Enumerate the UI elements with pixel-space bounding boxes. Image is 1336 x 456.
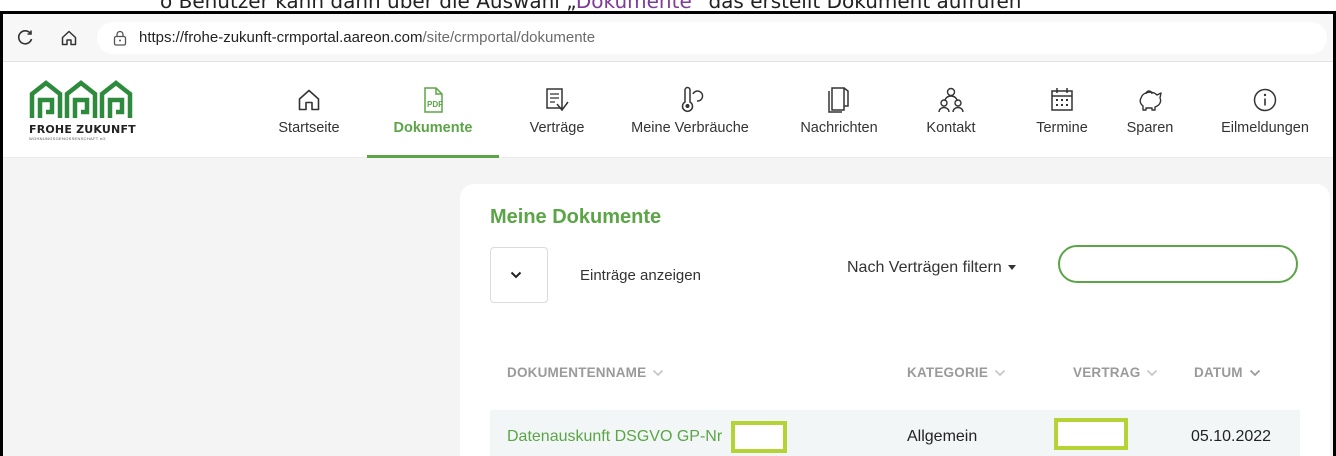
thermometer-icon — [676, 82, 704, 118]
address-bar[interactable]: https://frohe-zukunft-crmportal.aareon.c… — [97, 21, 1327, 54]
nav-item-kontakt[interactable]: Kontakt — [917, 62, 985, 158]
sort-chevron-icon — [1249, 369, 1261, 377]
chevron-down-icon[interactable] — [510, 267, 522, 285]
contract-filter-label: Nach Verträgen filtern — [847, 259, 1002, 276]
messages-icon — [826, 82, 852, 118]
logo[interactable]: FROHE ZUKUNFT WOHNUNGSGENOSSENSCHAFT eG — [29, 80, 149, 141]
nav-label-sparen: Sparen — [1126, 120, 1174, 136]
sort-chevron-icon — [1146, 369, 1158, 377]
caret-down-icon — [1007, 265, 1016, 271]
nav-item-vertraege[interactable]: Verträge — [519, 62, 595, 158]
search-input[interactable] — [1058, 245, 1298, 283]
nav-label-termine: Termine — [1036, 120, 1088, 136]
main-navigation: FROHE ZUKUNFT WOHNUNGSGENOSSENSCHAFT eG … — [3, 62, 1333, 158]
nav-item-startseite[interactable]: Startseite — [273, 62, 345, 158]
entries-label: Einträge anzeigen — [580, 267, 701, 284]
nav-item-termine[interactable]: Termine — [1029, 62, 1095, 158]
column-header-datum[interactable]: DATUM — [1194, 365, 1261, 380]
svg-text:PDF: PDF — [427, 100, 443, 109]
calendar-icon — [1049, 82, 1075, 118]
lock-icon — [113, 30, 127, 46]
redaction-box — [731, 421, 787, 453]
nav-item-dokumente[interactable]: PDF Dokumente — [367, 62, 499, 158]
column-label-vertrag: VERTRAG — [1073, 365, 1141, 380]
contract-filter-dropdown[interactable]: Nach Verträgen filtern — [847, 259, 1016, 277]
document-category: Allgemein — [907, 428, 978, 445]
contract-icon — [543, 82, 571, 118]
contact-people-icon — [936, 82, 966, 118]
nav-item-sparen[interactable]: Sparen — [1117, 62, 1183, 158]
logo-houses-icon — [29, 80, 133, 118]
nav-label-dokumente: Dokumente — [393, 120, 473, 136]
pdf-document-icon: PDF — [418, 82, 448, 118]
browser-toolbar: https://frohe-zukunft-crmportal.aareon.c… — [3, 14, 1333, 62]
nav-item-nachrichten[interactable]: Nachrichten — [789, 62, 889, 158]
sort-chevron-icon — [994, 369, 1006, 377]
document-date: 05.10.2022 — [1191, 428, 1272, 445]
home-button[interactable] — [47, 14, 91, 62]
logo-brand: FROHE ZUKUNFT — [29, 123, 136, 136]
browser-home-icon — [61, 30, 77, 45]
logo-subtitle: WOHNUNGSGENOSSENSCHAFT eG — [29, 136, 106, 141]
nav-label-kontakt: Kontakt — [926, 120, 976, 136]
info-icon — [1252, 82, 1278, 118]
page-title: Meine Dokumente — [490, 206, 662, 228]
sort-chevron-icon — [652, 369, 664, 377]
url-path: /site/crmportal/dokumente — [422, 29, 596, 46]
nav-label-eilmeldungen: Eilmeldungen — [1221, 120, 1309, 136]
column-header-dokumentenname[interactable]: DOKUMENTENNAME — [507, 365, 664, 380]
piggy-bank-icon — [1135, 82, 1165, 118]
nav-item-eilmeldungen[interactable]: Eilmeldungen — [1209, 62, 1321, 158]
nav-label-meine-verbraeuche: Meine Verbräuche — [631, 120, 749, 136]
column-label-datum: DATUM — [1194, 365, 1243, 380]
column-header-vertrag[interactable]: VERTRAG — [1073, 365, 1158, 380]
column-label-dokumentenname: DOKUMENTENNAME — [507, 365, 647, 380]
browser-window: https://frohe-zukunft-crmportal.aareon.c… — [0, 11, 1336, 456]
reload-icon — [17, 29, 33, 45]
reload-button[interactable] — [3, 14, 47, 62]
column-header-kategorie[interactable]: KATEGORIE — [907, 365, 1006, 380]
nav-label-nachrichten: Nachrichten — [800, 120, 878, 136]
documents-card: Meine Dokumente Einträge anzeigen Nach V… — [460, 184, 1330, 456]
document-name-link[interactable]: Datenauskunft DSGVO GP-Nr — [507, 428, 722, 446]
redaction-box — [1054, 418, 1128, 450]
nav-label-startseite: Startseite — [278, 120, 340, 136]
nav-label-vertraege: Verträge — [529, 120, 585, 136]
nav-item-meine-verbraeuche[interactable]: Meine Verbräuche — [617, 62, 763, 158]
column-label-kategorie: KATEGORIE — [907, 365, 989, 380]
home-icon — [296, 82, 322, 118]
url-host: https://frohe-zukunft-crmportal.aareon.c… — [139, 29, 423, 46]
